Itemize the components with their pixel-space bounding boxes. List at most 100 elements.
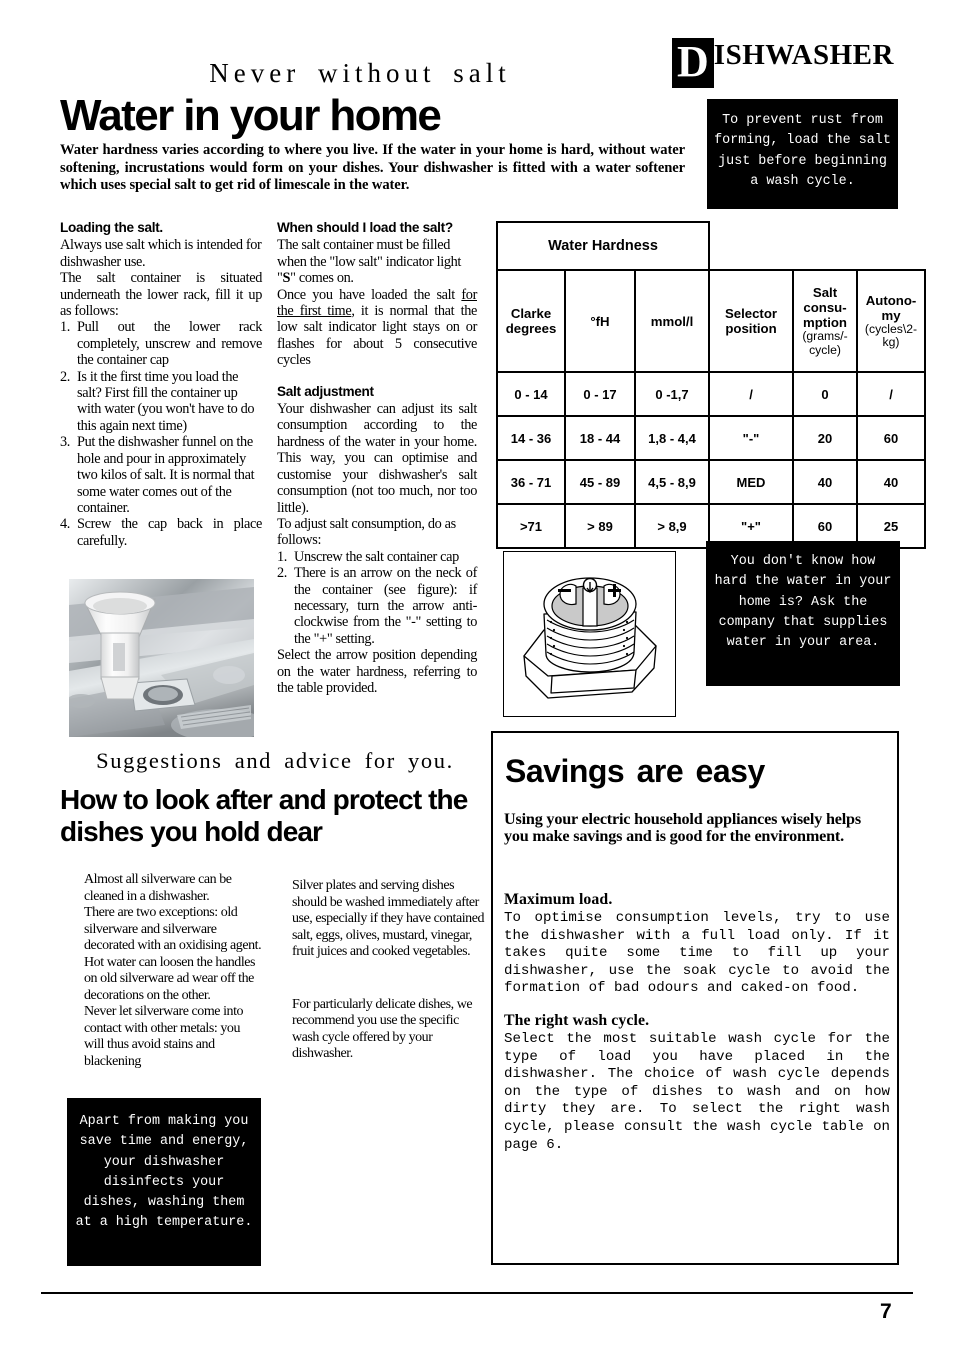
savings-panel: Savings are easy Using your electric hou…	[491, 731, 899, 1265]
list-item: 3. Put the dishwasher funnel on the hole …	[60, 434, 262, 516]
page-number: 7	[880, 1300, 892, 1323]
low-salt-indicator-letter: S	[282, 270, 291, 287]
loading-salt-p2: The salt container is situated underneat…	[60, 270, 262, 320]
cell-autonomy: 60	[856, 415, 926, 461]
cell-mmol: > 8,9	[634, 503, 710, 549]
water-hardness-table: Water Hardness Clarke degrees °fH mmol/l…	[496, 221, 926, 549]
list-item: 2. Is it the first time you load the salt…	[60, 369, 262, 435]
cell-salt-consumption: 0	[792, 371, 858, 417]
loading-salt-heading: Loading the salt.	[60, 220, 163, 235]
cell-clarke: >71	[496, 503, 566, 549]
footer-rule	[41, 1292, 913, 1294]
savings-maximum-load-heading: Maximum load.	[504, 891, 613, 908]
list-item-number: 2.	[277, 565, 288, 582]
cell-fh: 0 - 17	[564, 371, 636, 417]
cell-mmol: 4,5 - 8,9	[634, 459, 710, 505]
table-empty-corner	[709, 222, 925, 270]
col-header-autonomy-unit: (cycles\2-kg)	[864, 321, 918, 349]
table-header-row: Clarke degrees °fH mmol/l Selector posit…	[496, 269, 926, 373]
care-col1-p3: Never let silverware come into contact w…	[84, 1004, 244, 1069]
list-item-number: 2.	[60, 368, 71, 385]
cell-autonomy: 40	[856, 459, 926, 505]
water-hardness-group-header: Water Hardness	[496, 221, 710, 271]
savings-right-wash-cycle-section: The right wash cycle. Select the most su…	[504, 1011, 890, 1154]
salt-cap-diagram	[503, 551, 676, 717]
list-item-text: Put the dishwasher funnel on the hole an…	[77, 434, 255, 516]
logo-initial: D	[672, 38, 714, 88]
table-group-header-row: Water Hardness	[496, 221, 925, 271]
when-load-heading: When should I load the salt?	[277, 220, 453, 235]
cell-selector-position: "-"	[708, 415, 794, 461]
arrow-mark	[582, 577, 598, 594]
suggestions-kicker: Suggestions and advice for you.	[96, 748, 454, 773]
salt-adjustment-heading: Salt adjustment	[277, 383, 374, 399]
section-kicker: Never without salt	[209, 58, 511, 88]
savings-title: Savings are easy	[505, 753, 765, 789]
list-item-number: 1.	[277, 548, 288, 565]
loading-salt-steps: 1. Pull out the lower rack completely, un…	[60, 319, 262, 549]
salt-funnel-photo	[69, 579, 254, 737]
care-section-title: How to look after and protect the dishes…	[60, 784, 468, 847]
care-column-1: Almost all silverware can be cleaned in …	[84, 872, 262, 1070]
cell-fh: 18 - 44	[564, 415, 636, 461]
list-item-text: Pull out the lower rack completely, unsc…	[77, 319, 262, 369]
list-item: 1. Unscrew the salt container cap	[277, 549, 477, 565]
savings-lead: Using your electric household appliances…	[504, 810, 861, 845]
col-header-selector-position: Selector position	[708, 269, 794, 373]
dishwasher-logo: D ISHWASHER	[672, 38, 894, 88]
care-col1-p1: Almost all silverware can be cleaned in …	[84, 872, 232, 904]
list-item-text: Is it the first time you load the salt? …	[77, 368, 255, 434]
list-item-text: Screw the cap back in place carefully.	[77, 516, 262, 549]
logo-wordmark: ISHWASHER	[713, 39, 894, 71]
salt-adjustment-p1: Your dishwasher can adjust its salt cons…	[277, 401, 477, 516]
list-item-number: 3.	[60, 434, 71, 451]
callout-disinfects: Apart from making you save time and ener…	[67, 1098, 261, 1266]
loading-salt-p1: Always use salt which is intended for di…	[60, 237, 262, 270]
list-item: 1. Pull out the lower rack completely, un…	[60, 319, 262, 368]
when-load-p1-b: " comes on.	[290, 270, 354, 287]
cell-selector-position: /	[708, 371, 794, 417]
callout-prevent-rust: To prevent rust from forming, load the s…	[707, 99, 898, 209]
table-row: 36 - 71 45 - 89 4,5 - 8,9 MED 40 40	[496, 459, 926, 505]
col-header-autonomy-label: Autono-my	[865, 292, 917, 323]
when-load-p2-a: Once you have loaded the salt	[277, 286, 462, 303]
salt-adjustment-steps: 1. Unscrew the salt container cap 2. There…	[277, 549, 477, 647]
cell-fh: > 89	[564, 503, 636, 549]
minus-mark	[558, 589, 571, 592]
col-header-salt-consumption: Salt consu-mption (grams/-cycle)	[792, 269, 858, 373]
intro-paragraph: Water hardness varies according to where…	[60, 142, 685, 194]
care-col2-p1: Silver plates and serving dishes should …	[292, 878, 485, 959]
when-load-p2: Once you have loaded the salt for the fi…	[277, 287, 477, 369]
table-row: 14 - 36 18 - 44 1,8 - 4,4 "-" 20 60	[496, 415, 926, 461]
list-item-text: There is an arrow on the neck of the con…	[294, 565, 477, 647]
col-header-mmol: mmol/l	[634, 269, 710, 373]
care-column-2: Silver plates and serving dishes should …	[292, 878, 488, 1063]
cell-mmol: 1,8 - 4,4	[634, 415, 710, 461]
savings-maximum-load-body: To optimise consumption levels, try to u…	[504, 910, 890, 997]
list-item-number: 4.	[60, 516, 71, 533]
col-header-clarke: Clarke degrees	[496, 269, 566, 373]
cell-selector-position: MED	[708, 459, 794, 505]
manual-page: D ISHWASHER Never without salt Water in y…	[0, 0, 954, 1351]
salt-adjustment-p3: Select the arrow position depending on t…	[277, 647, 477, 696]
cell-autonomy: /	[856, 371, 926, 417]
list-item-text: Unscrew the salt container cap	[294, 548, 459, 565]
list-item: 4. Screw the cap back in place carefully.	[60, 516, 262, 549]
when-load-column: When should I load the salt? The salt co…	[277, 220, 477, 696]
callout-water-hardness-ask: You don't know how hard the water in you…	[706, 541, 900, 686]
when-load-p1: The salt container must be filled when t…	[277, 237, 477, 286]
cell-fh: 45 - 89	[564, 459, 636, 505]
col-header-autonomy: Autono-my (cycles\2-kg)	[856, 269, 926, 373]
cell-mmol: 0 -1,7	[634, 371, 710, 417]
savings-right-wash-cycle-body: Select the most suitable wash cycle for …	[504, 1031, 890, 1153]
cell-clarke: 0 - 14	[496, 371, 566, 417]
cell-clarke: 36 - 71	[496, 459, 566, 505]
cell-salt-consumption: 20	[792, 415, 858, 461]
loading-salt-column: Loading the salt. Always use salt which …	[60, 220, 262, 549]
col-header-salt-consumption-label: Salt consu-mption	[803, 285, 847, 330]
care-col1-p2: There are two exceptions: old silverware…	[84, 905, 262, 1003]
care-col2-p2: For particularly delicate dishes, we rec…	[292, 996, 473, 1062]
salt-adjustment-p2: To adjust salt consumption, do as follow…	[277, 515, 456, 549]
cell-clarke: 14 - 36	[496, 415, 566, 461]
col-header-fh: °fH	[564, 269, 636, 373]
